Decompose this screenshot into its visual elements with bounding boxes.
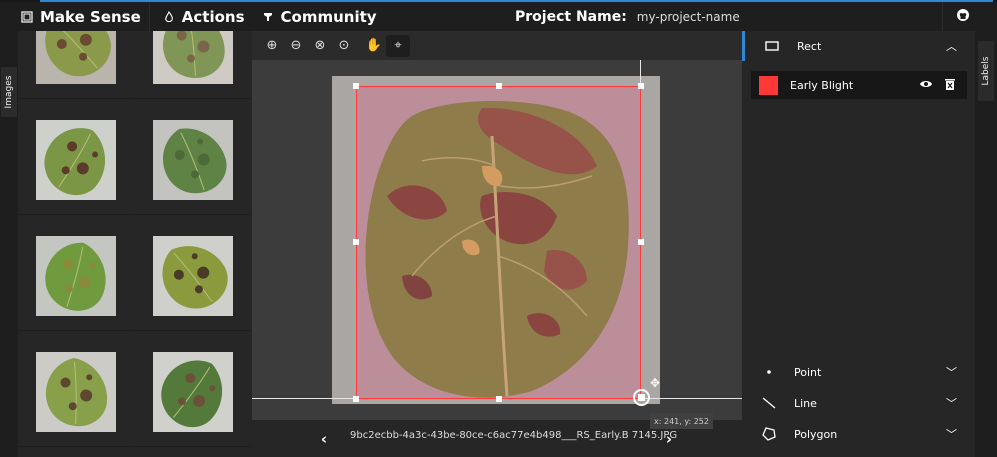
resize-handle[interactable] bbox=[353, 83, 359, 89]
chevron-left-icon: ‹ bbox=[320, 429, 328, 448]
thumbnail-image bbox=[153, 120, 233, 200]
cursor-coordinates: x: 241, y: 252 bbox=[650, 413, 713, 429]
line-icon bbox=[758, 397, 780, 409]
eye-icon[interactable] bbox=[919, 78, 933, 92]
labels-tab-label: Labels bbox=[981, 56, 991, 86]
community-menu[interactable]: Community bbox=[253, 2, 385, 31]
prev-image-button[interactable]: ‹ bbox=[312, 420, 336, 457]
thumbnail-image bbox=[36, 31, 116, 84]
editor-canvas[interactable]: ✥ bbox=[252, 60, 742, 420]
label-color-swatch[interactable] bbox=[759, 75, 778, 95]
hand-icon: ✋ bbox=[365, 38, 383, 53]
resize-handle[interactable] bbox=[638, 83, 644, 89]
chevron-down-icon: ﹀ bbox=[946, 397, 957, 410]
delete-icon[interactable] bbox=[945, 78, 955, 93]
community-label: Community bbox=[280, 7, 377, 26]
zoom-max-button[interactable]: ⊙ bbox=[332, 35, 356, 57]
line-label: Line bbox=[794, 396, 817, 410]
github-button[interactable] bbox=[942, 2, 982, 31]
thumbnail-image bbox=[153, 236, 233, 316]
crosshair-button[interactable]: ⌖ bbox=[386, 34, 410, 57]
point-icon bbox=[758, 369, 780, 375]
label-item[interactable]: Early Blight bbox=[751, 71, 967, 99]
zoom-in-button[interactable]: ⊕ bbox=[260, 35, 284, 57]
chevron-right-icon: › bbox=[665, 429, 673, 448]
github-icon bbox=[956, 7, 970, 26]
crosshair-icon: ⌖ bbox=[394, 38, 402, 53]
image-thumbnail-list[interactable] bbox=[18, 31, 252, 457]
image-thumbnail[interactable] bbox=[135, 332, 251, 447]
thumbnail-image bbox=[153, 352, 233, 432]
brand-label: Make Sense bbox=[40, 7, 141, 26]
labels-panel: Rect ︿ Early Blight Point ﹀ Line ﹀ Polyg… bbox=[742, 31, 975, 457]
brand[interactable]: Make Sense bbox=[0, 2, 149, 31]
left-side-tabs: Images bbox=[0, 31, 18, 457]
chevron-down-icon: ﹀ bbox=[946, 366, 957, 379]
actions-menu[interactable]: Actions bbox=[150, 2, 253, 31]
resize-handle[interactable] bbox=[496, 83, 502, 89]
resize-handle[interactable] bbox=[353, 396, 359, 402]
zoom-fit-icon: ⊗ bbox=[314, 38, 326, 53]
chevron-down-icon: ﹀ bbox=[946, 428, 957, 441]
zoom-out-button[interactable]: ⊖ bbox=[284, 35, 308, 57]
editor-toolbar: ⊕ ⊖ ⊗ ⊙ ✋ ⌖ bbox=[252, 31, 742, 60]
right-side-tabs: Labels bbox=[975, 31, 997, 457]
bounding-box-early-blight[interactable] bbox=[353, 83, 644, 402]
resize-handle[interactable] bbox=[496, 396, 502, 402]
image-filename: 9bc2ecbb-4a3c-43be-80ce-c6ac77e4b498___R… bbox=[350, 429, 678, 441]
rect-icon bbox=[761, 41, 783, 51]
image-thumbnail[interactable] bbox=[135, 31, 251, 99]
image-thumbnail[interactable] bbox=[135, 216, 251, 331]
point-section-header[interactable]: Point ﹀ bbox=[742, 357, 975, 387]
project-name-label: Project Name: bbox=[515, 8, 627, 25]
rect-label: Rect bbox=[797, 39, 822, 53]
thumbnail-image bbox=[153, 31, 233, 84]
zoom-max-icon: ⊙ bbox=[338, 38, 350, 53]
actions-icon bbox=[162, 10, 176, 24]
project-name-input[interactable]: my-project-name bbox=[637, 10, 740, 24]
thumbnail-image bbox=[36, 236, 116, 316]
actions-label: Actions bbox=[181, 7, 245, 26]
community-icon bbox=[261, 10, 275, 24]
logo-icon bbox=[20, 10, 34, 24]
resize-handle[interactable] bbox=[638, 239, 644, 245]
line-section-header[interactable]: Line ﹀ bbox=[742, 388, 975, 418]
image-thumbnail[interactable] bbox=[18, 216, 134, 331]
image-thumbnail[interactable] bbox=[18, 332, 134, 447]
image-thumbnail[interactable] bbox=[18, 31, 134, 99]
thumbnail-image bbox=[36, 352, 116, 432]
thumbnail-image bbox=[36, 120, 116, 200]
labels-tab[interactable]: Labels bbox=[978, 41, 994, 101]
resize-handle[interactable] bbox=[353, 239, 359, 245]
images-tab-label: Images bbox=[4, 75, 14, 109]
label-name: Early Blight bbox=[790, 78, 854, 92]
point-label: Point bbox=[794, 365, 822, 379]
move-icon: ✥ bbox=[650, 376, 661, 390]
cursor-icon bbox=[633, 389, 650, 406]
pan-button[interactable]: ✋ bbox=[362, 35, 386, 57]
image-thumbnail[interactable] bbox=[18, 100, 134, 215]
rect-section-header[interactable]: Rect ︿ bbox=[742, 31, 975, 61]
image-navigation-bar: ‹ 9bc2ecbb-4a3c-43be-80ce-c6ac77e4b498__… bbox=[252, 413, 742, 457]
project-name: Project Name: my-project-name bbox=[515, 2, 740, 31]
polygon-label: Polygon bbox=[794, 427, 838, 441]
chevron-up-icon: ︿ bbox=[946, 40, 957, 53]
image-thumbnail[interactable] bbox=[135, 100, 251, 215]
zoom-in-icon: ⊕ bbox=[266, 38, 278, 53]
zoom-out-icon: ⊖ bbox=[290, 38, 302, 53]
polygon-section-header[interactable]: Polygon ﹀ bbox=[742, 419, 975, 449]
polygon-icon bbox=[758, 427, 780, 441]
zoom-fit-button[interactable]: ⊗ bbox=[308, 35, 332, 57]
top-navbar: Make Sense Actions Community bbox=[0, 2, 997, 31]
images-tab[interactable]: Images bbox=[1, 67, 17, 117]
